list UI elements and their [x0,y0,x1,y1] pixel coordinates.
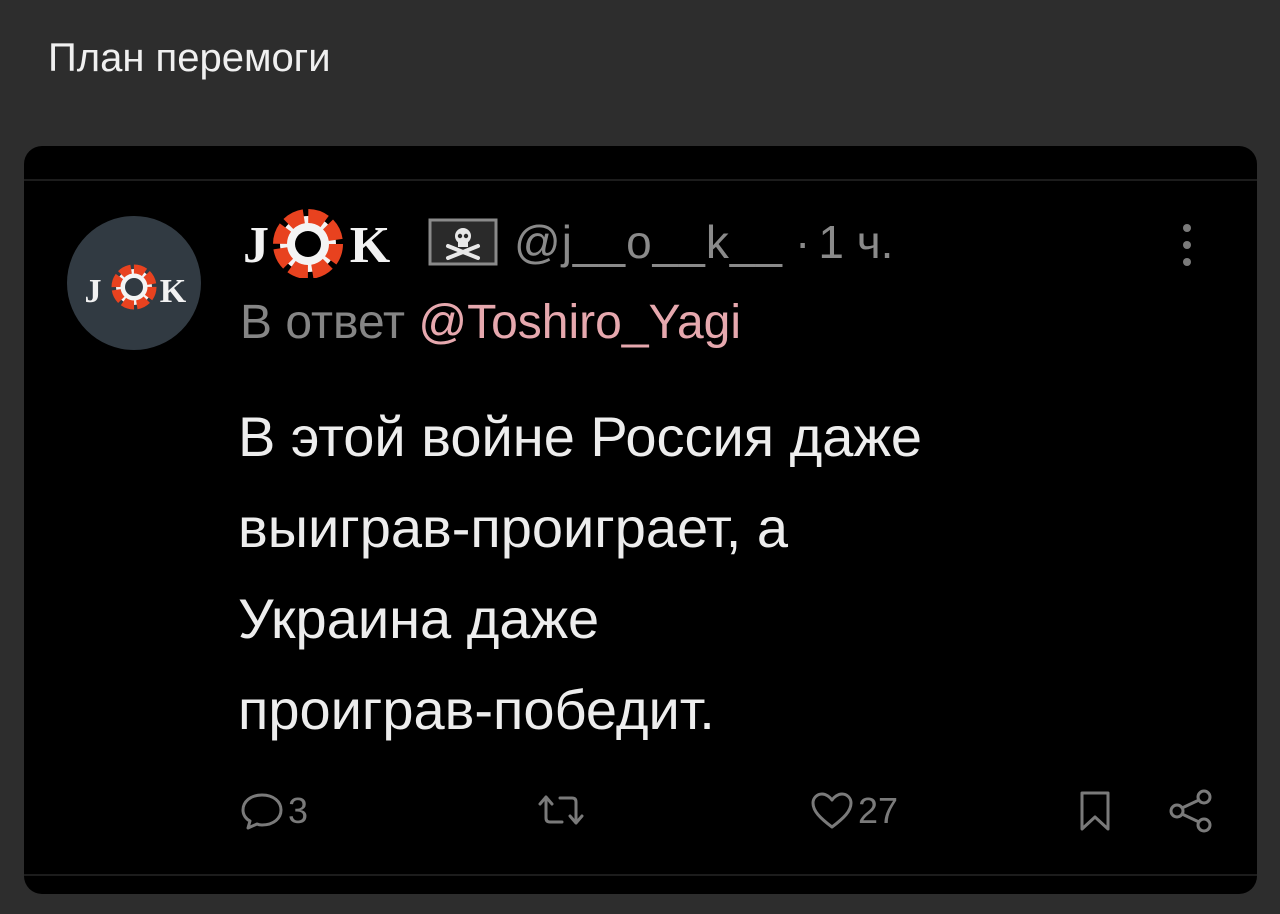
tweet-text-line: проиграв-победит. [238,678,715,741]
avatar-logo-icon: J K [85,264,187,310]
tweet-text: В этой войне Россия даже выиграв-проигра… [238,391,1198,755]
like-button[interactable]: 27 [810,790,898,832]
tweet-actions: 3 27 [24,776,1257,846]
bottom-divider [24,874,1257,876]
display-name-logo[interactable]: J K [238,206,418,278]
reply-to-line: В ответ @Toshiro_Yagi [240,294,741,352]
tweet-card: J K J K @j__o__k__ · 1 ч. В ответ @Toshi… [24,146,1257,894]
post-title: План перемоги [48,36,331,80]
reply-button[interactable]: 3 [240,790,308,832]
user-handle[interactable]: @j__o__k__ [514,215,783,269]
tweet-text-line: Украина даже [238,587,600,650]
tweet-header: J K @j__o__k__ · 1 ч. [238,206,893,278]
speech-bubble-icon [241,793,283,830]
bookmark-icon [1080,791,1110,831]
svg-text:J: J [243,217,269,274]
tweet-text-line: выиграв-проиграет, а [238,496,788,559]
reply-prefix: В ответ [240,296,406,349]
retweet-icon [538,795,584,825]
reply-count: 3 [288,790,309,831]
pirate-flag-icon [428,218,498,266]
tweet-text-line: В этой войне Россия даже [238,405,923,468]
share-icon [1169,789,1212,833]
svg-text:K: K [350,217,391,274]
heart-icon [811,792,853,829]
svg-text:J: J [85,273,102,310]
like-count: 27 [858,790,899,831]
svg-text:K: K [160,273,187,310]
share-button[interactable] [1168,788,1214,834]
top-divider [24,179,1257,181]
reply-mention-link[interactable]: @Toshiro_Yagi [418,296,741,349]
vertical-ellipsis-icon[interactable] [1179,222,1195,268]
avatar[interactable]: J K [67,216,201,350]
tweet-time[interactable]: 1 ч. [818,215,893,269]
bookmark-button[interactable] [1078,790,1112,832]
retweet-button[interactable] [534,792,588,828]
separator-dot: · [795,216,811,268]
